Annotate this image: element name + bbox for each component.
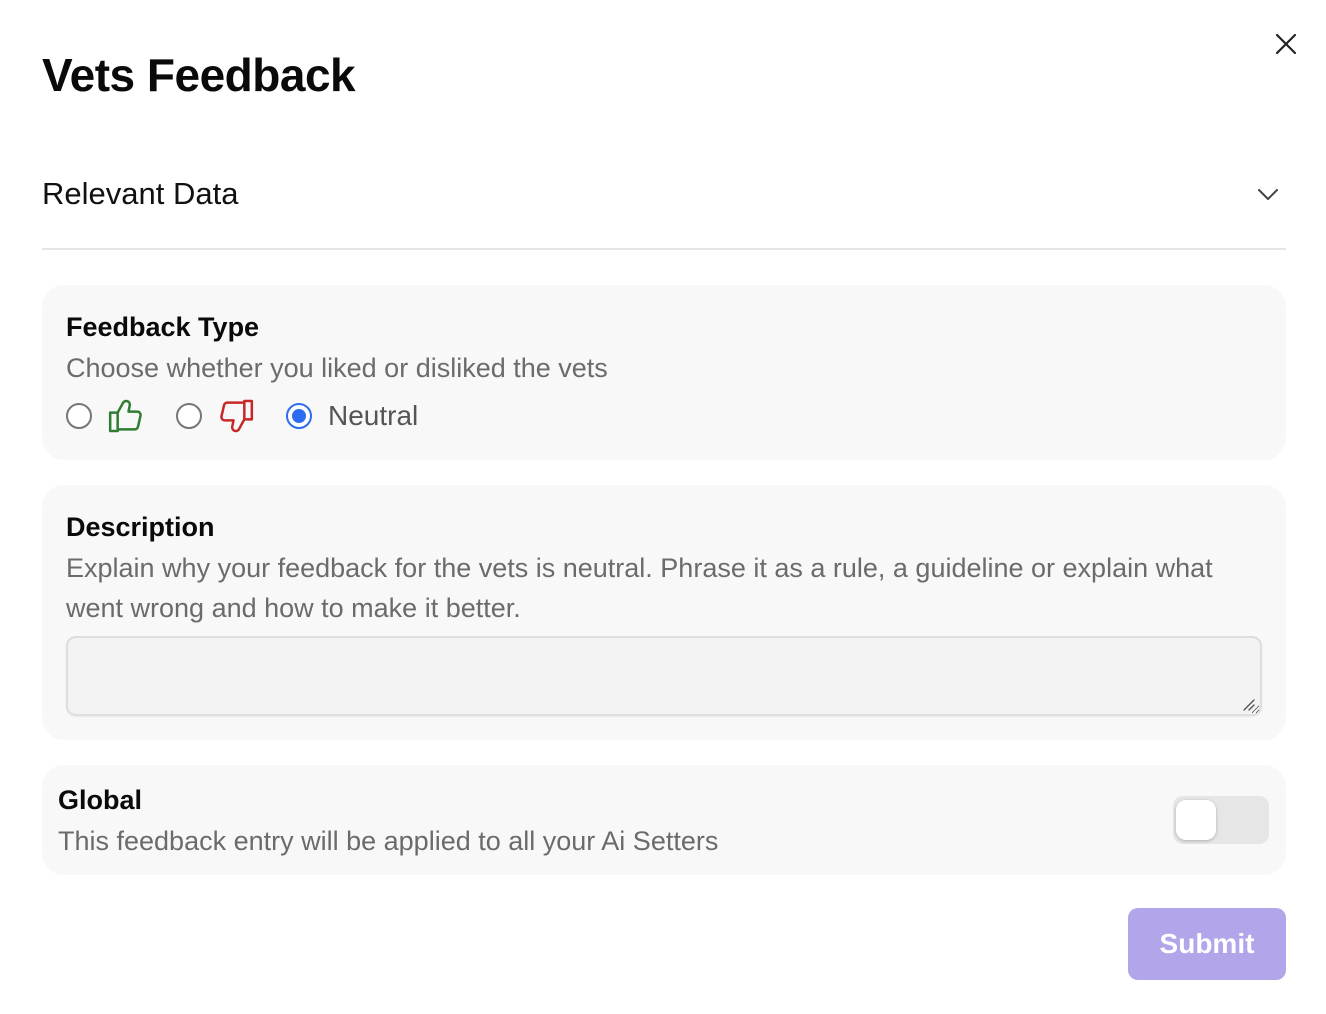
close-icon (1275, 33, 1297, 55)
dislike-option[interactable] (176, 396, 256, 436)
neutral-radio[interactable] (286, 403, 312, 429)
feedback-dialog: Vets Feedback Relevant Data Feedback Typ… (0, 0, 1326, 1014)
dialog-title: Vets Feedback (42, 49, 356, 101)
description-textarea[interactable] (66, 636, 1262, 716)
neutral-label: Neutral (328, 400, 419, 431)
resize-grip-icon[interactable] (1240, 696, 1256, 712)
description-subtitle: Explain why your feedback for the vets i… (66, 553, 1213, 623)
close-button[interactable] (1268, 26, 1304, 62)
feedback-type-subtitle: Choose whether you liked or disliked the… (66, 353, 608, 383)
submit-button[interactable]: Submit (1128, 908, 1286, 980)
toggle-knob (1176, 800, 1216, 840)
dislike-radio[interactable] (176, 403, 202, 429)
description-title: Description (66, 512, 215, 542)
neutral-option[interactable]: Neutral (286, 400, 418, 432)
feedback-type-options: Neutral (66, 395, 418, 437)
global-subtitle: This feedback entry will be applied to a… (58, 826, 719, 856)
global-toggle[interactable] (1173, 796, 1269, 844)
feedback-type-title: Feedback Type (66, 312, 260, 342)
global-title: Global (58, 785, 143, 815)
relevant-data-accordion[interactable]: Relevant Data (42, 150, 1286, 250)
global-card: Global This feedback entry will be appli… (42, 765, 1286, 875)
like-option[interactable] (66, 396, 146, 436)
chevron-down-icon (1258, 189, 1278, 200)
feedback-type-card: Feedback Type Choose whether you liked o… (42, 285, 1286, 460)
thumbs-down-icon (220, 399, 254, 433)
accordion-label: Relevant Data (42, 176, 239, 211)
thumbs-up-icon (108, 399, 142, 433)
description-card: Description Explain why your feedback fo… (42, 485, 1286, 740)
like-radio[interactable] (66, 403, 92, 429)
